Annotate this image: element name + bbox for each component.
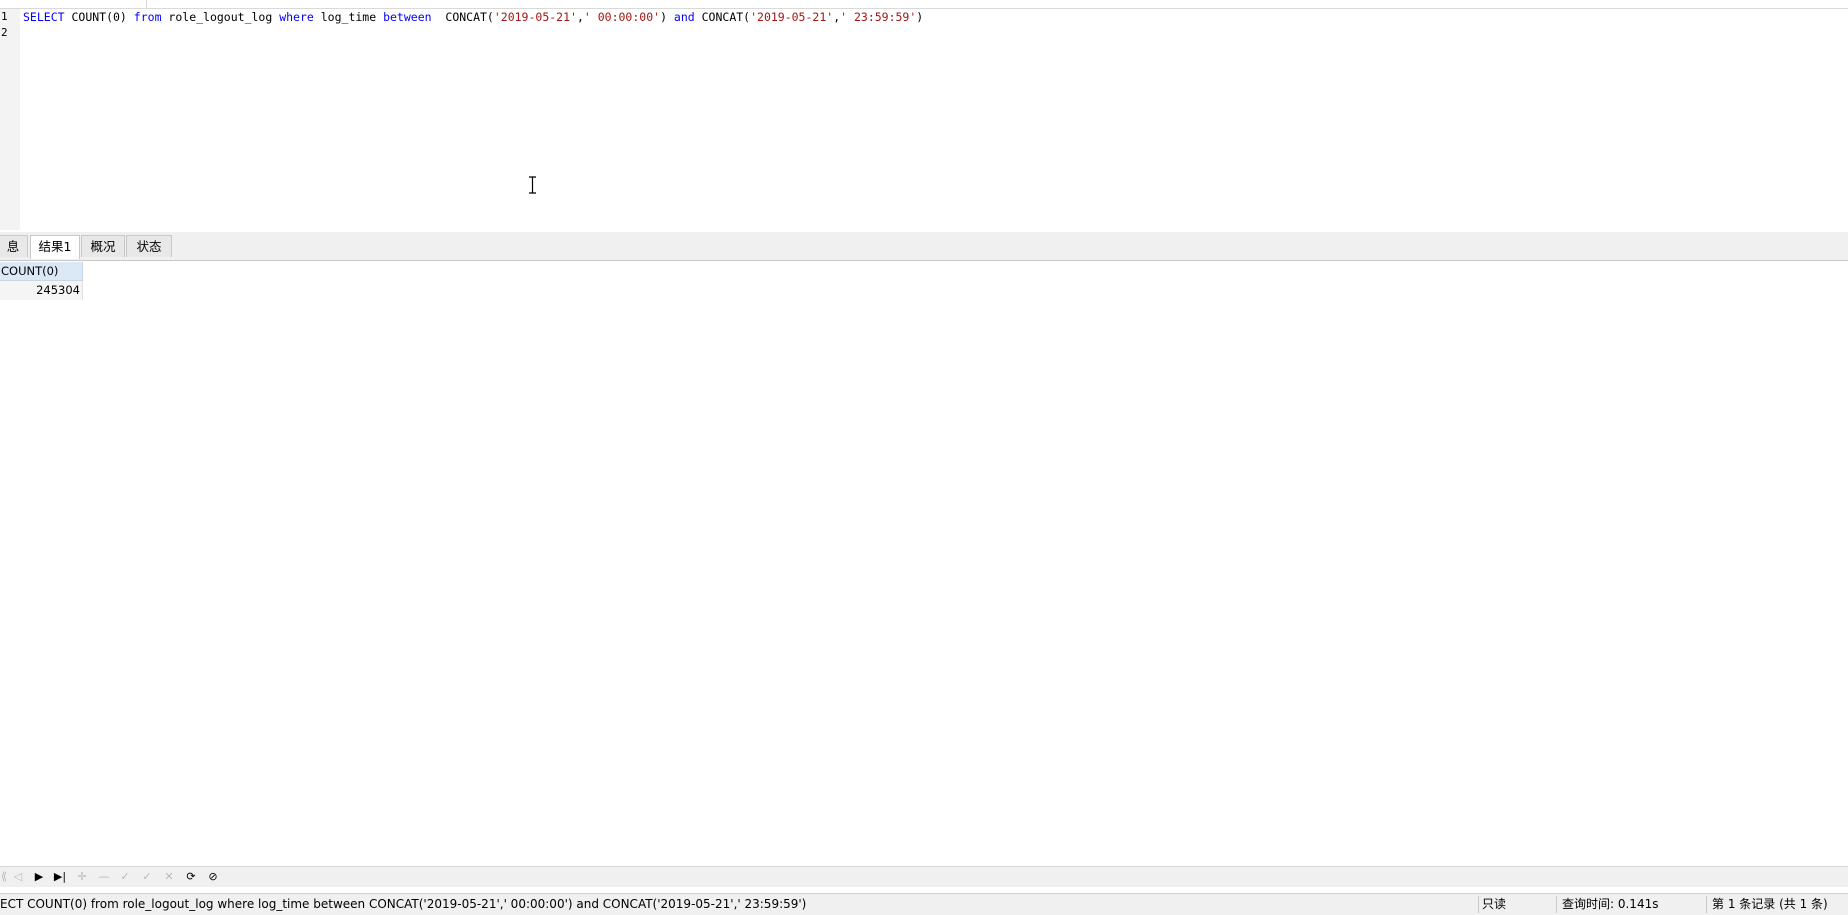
- grid-cell[interactable]: 245304: [0, 281, 83, 300]
- tab-info[interactable]: 息: [0, 235, 28, 257]
- sql-token-plain: COUNT(0): [64, 10, 134, 24]
- status-sql-text: ECT COUNT(0) from role_logout_log where …: [0, 897, 807, 911]
- sql-token-plain: log_time: [313, 10, 384, 24]
- last-record-icon[interactable]: ▶|: [52, 869, 68, 885]
- sql-token-plain: ): [660, 10, 674, 24]
- sql-token-plain: ,: [576, 10, 584, 24]
- line-number-gutter: 1 2: [0, 9, 20, 230]
- sql-token-str: '2019-05-21': [750, 10, 834, 24]
- text-cursor-icon: [529, 176, 536, 194]
- result-tabs: 息 结果1 概况 状态: [0, 232, 1848, 261]
- status-record-info: 第 1 条记录 (共 1 条): [1712, 897, 1828, 911]
- line-number: 1: [1, 10, 8, 23]
- sql-token-plain: role_logout_log: [161, 10, 280, 24]
- column-header[interactable]: COUNT(0): [0, 262, 83, 281]
- sql-token-str: ' 23:59:59': [840, 10, 917, 24]
- tab-state[interactable]: 状态: [126, 235, 172, 257]
- editor-top-tab: [0, 0, 147, 8]
- status-query-time: 查询时间: 0.141s: [1562, 897, 1659, 911]
- next-record-icon[interactable]: ▶: [31, 869, 47, 885]
- sql-token-kw: between: [383, 10, 432, 24]
- cancel-icon[interactable]: ✓: [139, 869, 155, 885]
- prev-record-icon[interactable]: ◁: [10, 869, 26, 885]
- status-mode: 只读: [1482, 897, 1507, 911]
- status-separator: [1478, 896, 1479, 913]
- sql-token-kw: and: [673, 10, 695, 24]
- status-bar: ECT COUNT(0) from role_logout_log where …: [0, 893, 1848, 915]
- sql-token-kw: SELECT: [23, 10, 65, 24]
- stop-icon[interactable]: ⊘: [205, 869, 221, 885]
- apply-icon[interactable]: ✓: [117, 869, 133, 885]
- add-record-icon[interactable]: ✛: [74, 869, 90, 885]
- tab-result1[interactable]: 结果1: [30, 235, 80, 259]
- sql-token-str: '2019-05-21': [493, 10, 577, 24]
- sql-token-plain: CONCAT(: [431, 10, 494, 24]
- line-number: 2: [1, 26, 8, 39]
- sql-editor[interactable]: 1 2 SELECT COUNT(0) from role_logout_log…: [0, 0, 1848, 230]
- status-separator: [1556, 896, 1557, 913]
- sql-query-line[interactable]: SELECT COUNT(0) from role_logout_log whe…: [23, 9, 923, 25]
- sql-token-plain: ): [916, 10, 924, 24]
- clear-icon[interactable]: ✕: [161, 869, 177, 885]
- sql-token-str: ' 00:00:00': [583, 10, 661, 24]
- delete-record-icon[interactable]: —: [96, 869, 112, 885]
- refresh-icon[interactable]: ⟳: [183, 869, 199, 885]
- sql-token-plain: CONCAT(: [694, 10, 751, 24]
- tab-overview[interactable]: 概况: [81, 235, 125, 257]
- record-nav-toolbar: ⟪ ◁ ▶ ▶| ✛ — ✓ ✓ ✕ ⟳ ⊘: [0, 866, 1848, 887]
- sql-token-kw: where: [279, 10, 314, 24]
- sql-token-kw: from: [133, 10, 162, 24]
- status-separator: [1706, 896, 1707, 913]
